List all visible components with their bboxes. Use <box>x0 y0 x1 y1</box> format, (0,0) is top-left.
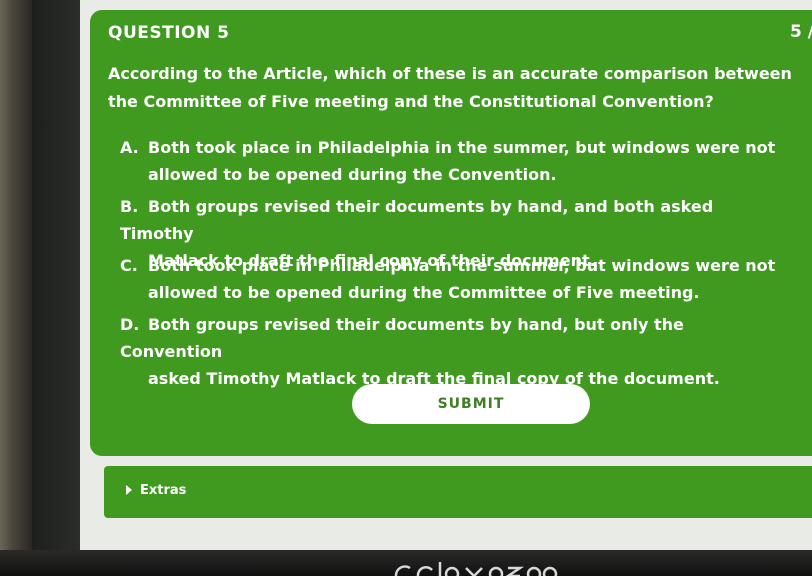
choice-text-line2: allowed to be opened during the Conventi… <box>148 165 557 184</box>
answer-choice-d[interactable]: D. Both groups revised their documents by… <box>120 311 790 392</box>
choice-text-line1: Both groups revised their documents by h… <box>120 315 684 361</box>
triangle-right-icon <box>126 485 132 495</box>
submit-button[interactable]: SUBMIT <box>352 384 590 424</box>
extras-label: Extras <box>140 483 187 498</box>
monitor-bezel-left <box>0 0 32 576</box>
choice-letter: A. <box>120 138 139 157</box>
choice-letter: B. <box>120 197 139 216</box>
choice-text-line1: Both took place in Philadelphia in the s… <box>148 138 776 157</box>
choice-text-line1: Both took place in Philadelphia in the s… <box>148 256 776 275</box>
extras-panel: Extras <box>104 466 812 518</box>
choice-letter: C. <box>120 256 138 275</box>
question-number: QUESTION 5 <box>108 23 230 43</box>
choice-text-line2: allowed to be opened during the Committe… <box>148 283 700 302</box>
question-card: QUESTION 5 5 / According to the Article,… <box>90 10 812 456</box>
screen: QUESTION 5 5 / According to the Article,… <box>32 0 812 576</box>
screen-left-edge <box>32 0 80 576</box>
question-prompt: According to the Article, which of these… <box>108 64 792 111</box>
answer-choice-c[interactable]: C. Both took place in Philadelphia in the… <box>120 252 790 306</box>
answer-choice-a[interactable]: A. Both took place in Philadelphia in the… <box>120 134 790 188</box>
question-progress: 5 / <box>790 22 812 42</box>
choice-text-line1: Both groups revised their documents by h… <box>120 197 714 243</box>
monitor-brand-logo <box>388 558 558 576</box>
extras-toggle[interactable]: Extras <box>126 483 186 498</box>
choice-letter: D. <box>120 315 140 334</box>
